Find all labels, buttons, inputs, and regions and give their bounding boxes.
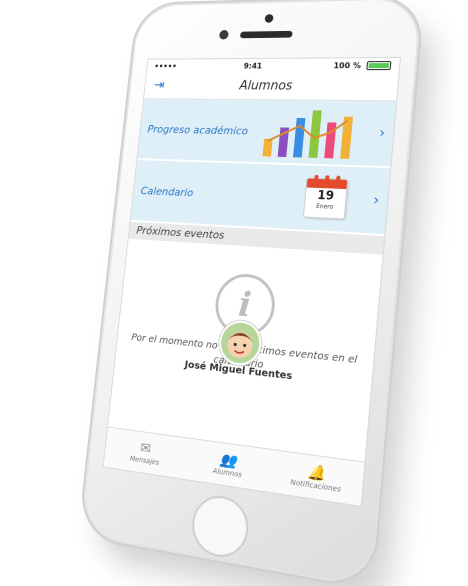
status-time: 9:41: [243, 61, 262, 70]
status-bar: ••••• 9:41 100 %: [147, 58, 400, 72]
tab-notificaciones[interactable]: 🔔 Notificaciones: [275, 459, 359, 496]
calendar-label: Calendario: [140, 184, 194, 199]
battery-status: 100 %: [333, 61, 391, 70]
tab-mensajes[interactable]: ✉ Mensajes: [109, 436, 183, 470]
chevron-right-icon: ›: [373, 192, 380, 209]
page-title: Alumnos: [145, 78, 398, 93]
logout-icon[interactable]: ⇥: [153, 78, 170, 93]
front-camera: [264, 14, 273, 23]
home-button[interactable]: [189, 492, 251, 561]
carrier-signal: •••••: [154, 62, 177, 70]
earpiece-speaker: [240, 31, 293, 38]
progress-row[interactable]: Progreso académico ›: [137, 99, 396, 168]
app-screen: ••••• 9:41 100 % ⇥ Alumnos Progreso acad…: [103, 57, 401, 507]
progress-label: Progreso académico: [147, 123, 249, 137]
calendar-icon: 19 Enero: [303, 178, 348, 220]
tab-alumnos[interactable]: 👥 Alumnos: [189, 447, 268, 483]
sensor: [219, 30, 229, 39]
calendar-month: Enero: [305, 202, 345, 211]
chevron-right-icon: ›: [379, 125, 386, 141]
phone-frame: ••••• 9:41 100 % ⇥ Alumnos Progreso acad…: [81, 0, 420, 586]
battery-icon: [366, 61, 391, 70]
battery-text: 100 %: [333, 61, 361, 70]
bar-chart-icon: [259, 108, 373, 160]
tab-bar: ✉ Mensajes 👥 Alumnos 🔔 Notificaciones: [104, 427, 365, 506]
nav-bar: ⇥ Alumnos: [144, 72, 399, 101]
